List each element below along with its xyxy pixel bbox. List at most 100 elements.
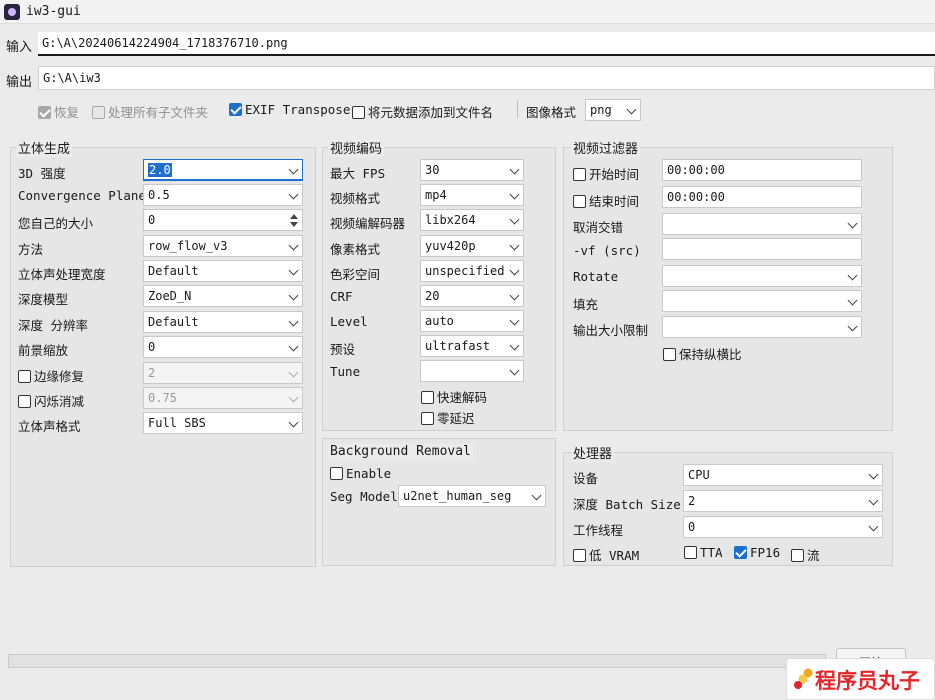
stream-option[interactable]: 流 bbox=[791, 545, 820, 564]
level-label: Level bbox=[330, 314, 368, 329]
stereo-format-select[interactable]: Full SBS bbox=[143, 412, 303, 434]
device-value: CPU bbox=[688, 468, 710, 482]
start-time-label: 开始时间 bbox=[589, 167, 640, 182]
crf-select[interactable]: 20 bbox=[420, 285, 524, 307]
metadata-option[interactable]: 将元数据添加到文件名 bbox=[352, 102, 493, 121]
chevron-down-icon bbox=[288, 341, 299, 352]
zero-latency-checkbox[interactable] bbox=[421, 412, 434, 425]
start-time-value: 00:00:00 bbox=[667, 163, 725, 177]
flicker-select[interactable]: 0.75 bbox=[143, 387, 303, 409]
level-select[interactable]: auto bbox=[420, 310, 524, 332]
resume-option[interactable]: 恢复 bbox=[38, 102, 79, 121]
method-value: row_flow_v3 bbox=[148, 239, 228, 253]
start-time-field[interactable]: 00:00:00 bbox=[662, 159, 862, 181]
batch-size-select[interactable]: 2 bbox=[683, 490, 883, 512]
foreground-scale-select[interactable]: 0 bbox=[143, 336, 303, 358]
codec-value: libx264 bbox=[425, 213, 476, 227]
bg-enable-option[interactable]: Enable bbox=[330, 466, 391, 481]
chevron-down-icon bbox=[288, 417, 299, 428]
edge-repair-select[interactable]: 2 bbox=[143, 362, 303, 384]
max-size-select[interactable] bbox=[662, 316, 862, 338]
fast-decode-option[interactable]: 快速解码 bbox=[421, 387, 487, 406]
convergence-value: 0.5 bbox=[148, 188, 170, 202]
edge-repair-option[interactable]: 边缘修复 bbox=[18, 366, 84, 385]
depth-model-select[interactable]: ZoeD_N bbox=[143, 285, 303, 307]
fp16-checkbox[interactable] bbox=[734, 546, 747, 559]
pixel-format-select[interactable]: yuv420p bbox=[420, 235, 524, 257]
arrow-down-icon[interactable] bbox=[290, 222, 298, 227]
resume-label: 恢复 bbox=[54, 105, 80, 120]
vf-field[interactable] bbox=[662, 238, 862, 260]
exif-checkbox[interactable] bbox=[229, 103, 242, 116]
arrow-up-icon[interactable] bbox=[290, 214, 298, 219]
bg-removal-title: Background Removal bbox=[328, 444, 473, 459]
chevron-down-icon bbox=[509, 365, 520, 376]
max-fps-select[interactable]: 30 bbox=[420, 159, 524, 181]
stereo-width-select[interactable]: Default bbox=[143, 260, 303, 282]
pad-select[interactable] bbox=[662, 290, 862, 312]
method-select[interactable]: row_flow_v3 bbox=[143, 235, 303, 257]
colorspace-select[interactable]: unspecified bbox=[420, 260, 524, 282]
flicker-option[interactable]: 闪烁消减 bbox=[18, 391, 84, 410]
max-size-label: 输出大小限制 bbox=[573, 323, 649, 338]
resume-checkbox[interactable] bbox=[38, 106, 51, 119]
chevron-down-icon bbox=[509, 164, 520, 175]
low-vram-checkbox[interactable] bbox=[573, 549, 586, 562]
video-format-select[interactable]: mp4 bbox=[420, 184, 524, 206]
preset-select[interactable]: ultrafast bbox=[420, 335, 524, 357]
flicker-checkbox[interactable] bbox=[18, 395, 31, 408]
recursive-checkbox[interactable] bbox=[92, 106, 105, 119]
depth-resolution-label: 深度 分辨率 bbox=[18, 318, 89, 333]
end-time-option[interactable]: 结束时间 bbox=[573, 191, 639, 210]
chevron-down-icon bbox=[509, 240, 520, 251]
stereo-strength-label: 3D 强度 bbox=[18, 166, 66, 181]
colorspace-label: 色彩空间 bbox=[330, 267, 381, 282]
metadata-checkbox[interactable] bbox=[352, 106, 365, 119]
keep-aspect-label: 保持纵横比 bbox=[679, 347, 742, 362]
zero-latency-option[interactable]: 零延迟 bbox=[421, 408, 475, 427]
stereo-strength-select[interactable]: 2.0 bbox=[143, 159, 303, 181]
input-path-field[interactable]: G:\A\20240614224904_1718376710.png bbox=[38, 32, 935, 56]
recursive-option[interactable]: 处理所有子文件夹 bbox=[92, 102, 208, 121]
start-time-checkbox[interactable] bbox=[573, 168, 586, 181]
tta-option[interactable]: TTA bbox=[684, 545, 723, 560]
start-time-option[interactable]: 开始时间 bbox=[573, 164, 639, 183]
bg-enable-checkbox[interactable] bbox=[330, 467, 343, 480]
keep-aspect-checkbox[interactable] bbox=[663, 348, 676, 361]
keep-aspect-option[interactable]: 保持纵横比 bbox=[663, 344, 742, 363]
convergence-select[interactable]: 0.5 bbox=[143, 184, 303, 206]
ipd-label: 您自己的大小 bbox=[18, 216, 94, 231]
chevron-down-icon bbox=[288, 316, 299, 327]
low-vram-option[interactable]: 低 VRAM bbox=[573, 545, 639, 564]
edge-repair-value: 2 bbox=[148, 366, 156, 380]
max-fps-label: 最大 FPS bbox=[330, 166, 386, 181]
depth-resolution-select[interactable]: Default bbox=[143, 311, 303, 333]
seg-model-label: Seg Model bbox=[330, 489, 398, 504]
rotate-select[interactable] bbox=[662, 265, 862, 287]
image-format-select[interactable]: png bbox=[585, 99, 641, 121]
chevron-down-icon bbox=[626, 104, 637, 115]
stream-checkbox[interactable] bbox=[791, 549, 804, 562]
device-select[interactable]: CPU bbox=[683, 464, 883, 486]
output-path-field[interactable]: G:\A\iw3 bbox=[38, 66, 935, 90]
end-time-field[interactable]: 00:00:00 bbox=[662, 186, 862, 208]
end-time-checkbox[interactable] bbox=[573, 195, 586, 208]
threads-select[interactable]: 0 bbox=[683, 516, 883, 538]
ipd-spinbox[interactable]: 0 bbox=[143, 209, 303, 231]
tta-checkbox[interactable] bbox=[684, 546, 697, 559]
seg-model-select[interactable]: u2net_human_seg bbox=[398, 485, 546, 507]
crf-label: CRF bbox=[330, 289, 353, 304]
spin-buttons[interactable] bbox=[288, 211, 300, 229]
fp16-option[interactable]: FP16 bbox=[734, 545, 780, 560]
edge-repair-checkbox[interactable] bbox=[18, 370, 31, 383]
fast-decode-checkbox[interactable] bbox=[421, 391, 434, 404]
video-encoding-title: 视频编码 bbox=[328, 138, 385, 157]
codec-select[interactable]: libx264 bbox=[420, 209, 524, 231]
tune-select[interactable] bbox=[420, 360, 524, 382]
video-format-value: mp4 bbox=[425, 188, 447, 202]
low-vram-label: 低 VRAM bbox=[589, 548, 640, 563]
divider bbox=[517, 100, 518, 118]
deinterlace-select[interactable] bbox=[662, 213, 862, 235]
exif-option[interactable]: EXIF Transpose bbox=[229, 102, 350, 117]
colorspace-value: unspecified bbox=[425, 264, 505, 278]
